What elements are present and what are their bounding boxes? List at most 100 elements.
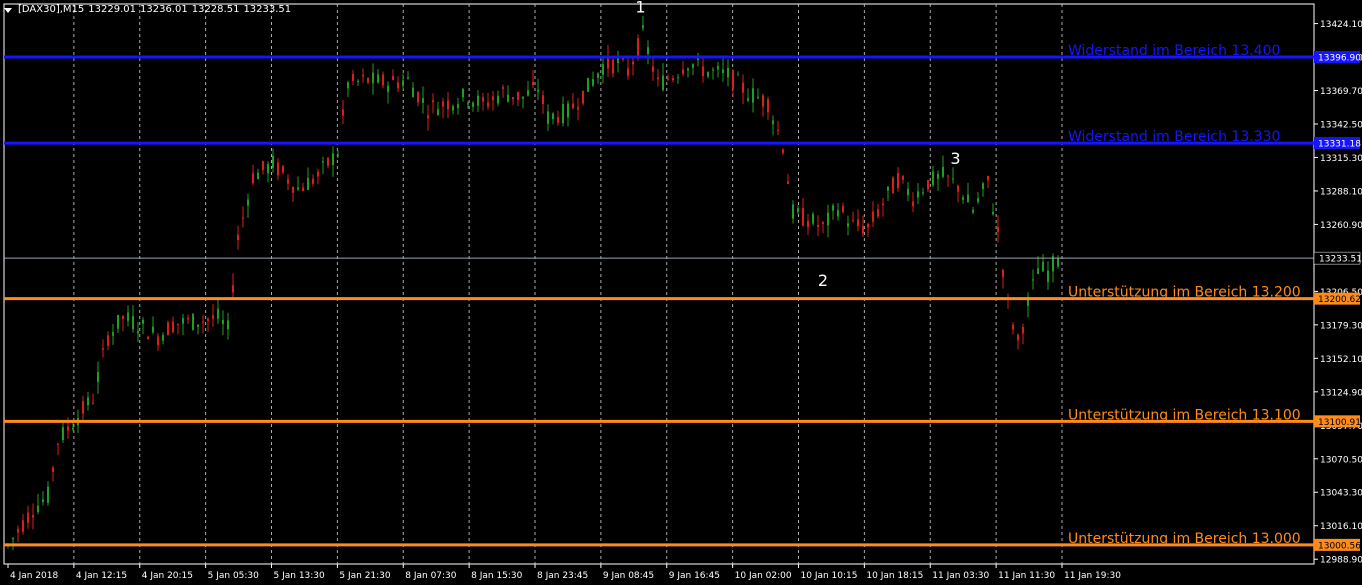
- candle-body: [137, 330, 139, 334]
- ohlc-open: 13229.01: [88, 4, 136, 15]
- candle: [317, 168, 319, 185]
- candle: [952, 167, 954, 184]
- candle: [732, 69, 734, 98]
- candle-body: [677, 77, 679, 79]
- candle-body: [162, 335, 164, 341]
- candle: [672, 75, 674, 83]
- candle: [37, 493, 39, 515]
- candle: [212, 304, 214, 327]
- candle-body: [72, 427, 74, 430]
- candle: [272, 148, 274, 173]
- candle: [927, 179, 929, 193]
- x-tick-label: 5 Jan 21:30: [339, 571, 391, 581]
- candle: [462, 88, 464, 102]
- candle-body: [427, 115, 429, 119]
- candle-body: [532, 81, 534, 86]
- candle-body: [642, 25, 644, 29]
- candle: [122, 315, 124, 332]
- candle-body: [157, 336, 159, 346]
- y-tick-label: 13288.10: [1320, 187, 1362, 197]
- candle-body: [167, 322, 169, 336]
- candle-body: [377, 74, 379, 83]
- candle: [162, 332, 164, 345]
- candle-body: [577, 107, 579, 110]
- candle: [172, 316, 174, 334]
- candle: [542, 90, 544, 114]
- candle: [662, 63, 664, 92]
- candle-body: [842, 206, 844, 212]
- candle-body: [932, 171, 934, 185]
- candle-body: [737, 74, 739, 76]
- candle: [557, 110, 559, 126]
- dropdown-triangle-icon[interactable]: [4, 7, 12, 13]
- candle-body: [57, 443, 59, 445]
- candle: [532, 70, 534, 88]
- x-tick-label: 10 Jan 02:00: [735, 571, 792, 581]
- candle-body: [927, 180, 929, 190]
- candle: [937, 170, 939, 192]
- candle-body: [472, 102, 474, 107]
- candle: [737, 71, 739, 76]
- candle-body: [397, 82, 399, 89]
- candle: [1047, 261, 1049, 290]
- candle-body: [337, 154, 339, 157]
- candle: [292, 186, 294, 203]
- candle: [822, 220, 824, 234]
- candle-body: [182, 318, 184, 324]
- candle: [277, 158, 279, 181]
- candle-body: [192, 314, 194, 330]
- candle-body: [402, 80, 404, 86]
- x-tick-label: 9 Jan 16:45: [669, 571, 720, 581]
- candle: [997, 215, 999, 243]
- candle-body: [1022, 326, 1024, 334]
- candle: [932, 165, 934, 188]
- candle: [687, 67, 689, 78]
- candle: [27, 505, 29, 529]
- candle: [562, 96, 564, 127]
- candle-body: [732, 70, 734, 90]
- candle: [807, 213, 809, 235]
- candle-body: [572, 103, 574, 109]
- candle: [92, 393, 94, 405]
- candle: [702, 55, 704, 83]
- candle: [112, 323, 114, 345]
- candle-body: [32, 514, 34, 518]
- candle-body: [82, 401, 84, 414]
- candle: [117, 314, 119, 334]
- candle-body: [237, 234, 239, 240]
- candle: [897, 167, 899, 192]
- candle-body: [957, 185, 959, 192]
- candle-body: [97, 372, 99, 382]
- candle: [207, 317, 209, 332]
- candle: [832, 203, 834, 220]
- candle-body: [327, 158, 329, 166]
- candle: [657, 68, 659, 87]
- candle-body: [307, 177, 309, 190]
- candle: [137, 322, 139, 342]
- candle-body: [132, 316, 134, 330]
- candle-body: [362, 74, 364, 77]
- candle-body: [892, 177, 894, 194]
- candle-body: [152, 326, 154, 333]
- candle: [47, 481, 49, 506]
- candle-body: [1027, 299, 1029, 306]
- candle-body: [102, 348, 104, 350]
- candle-body: [847, 223, 849, 227]
- candle: [962, 194, 964, 204]
- candle: [312, 174, 314, 187]
- candle: [297, 176, 299, 191]
- candle-body: [562, 104, 564, 124]
- candle: [682, 61, 684, 77]
- candle-body: [537, 89, 539, 92]
- support-level-label: Unterstützung im Bereich 13.100: [1068, 407, 1301, 423]
- candle-body: [1037, 268, 1039, 274]
- candle-body: [467, 103, 469, 105]
- candle-body: [222, 320, 224, 325]
- candle-body: [772, 120, 774, 125]
- candle-body: [942, 166, 944, 177]
- candle: [577, 98, 579, 121]
- candle: [1017, 333, 1019, 350]
- candle-body: [37, 505, 39, 512]
- candle: [492, 90, 494, 111]
- y-tick-label: 12988.90: [1320, 556, 1362, 566]
